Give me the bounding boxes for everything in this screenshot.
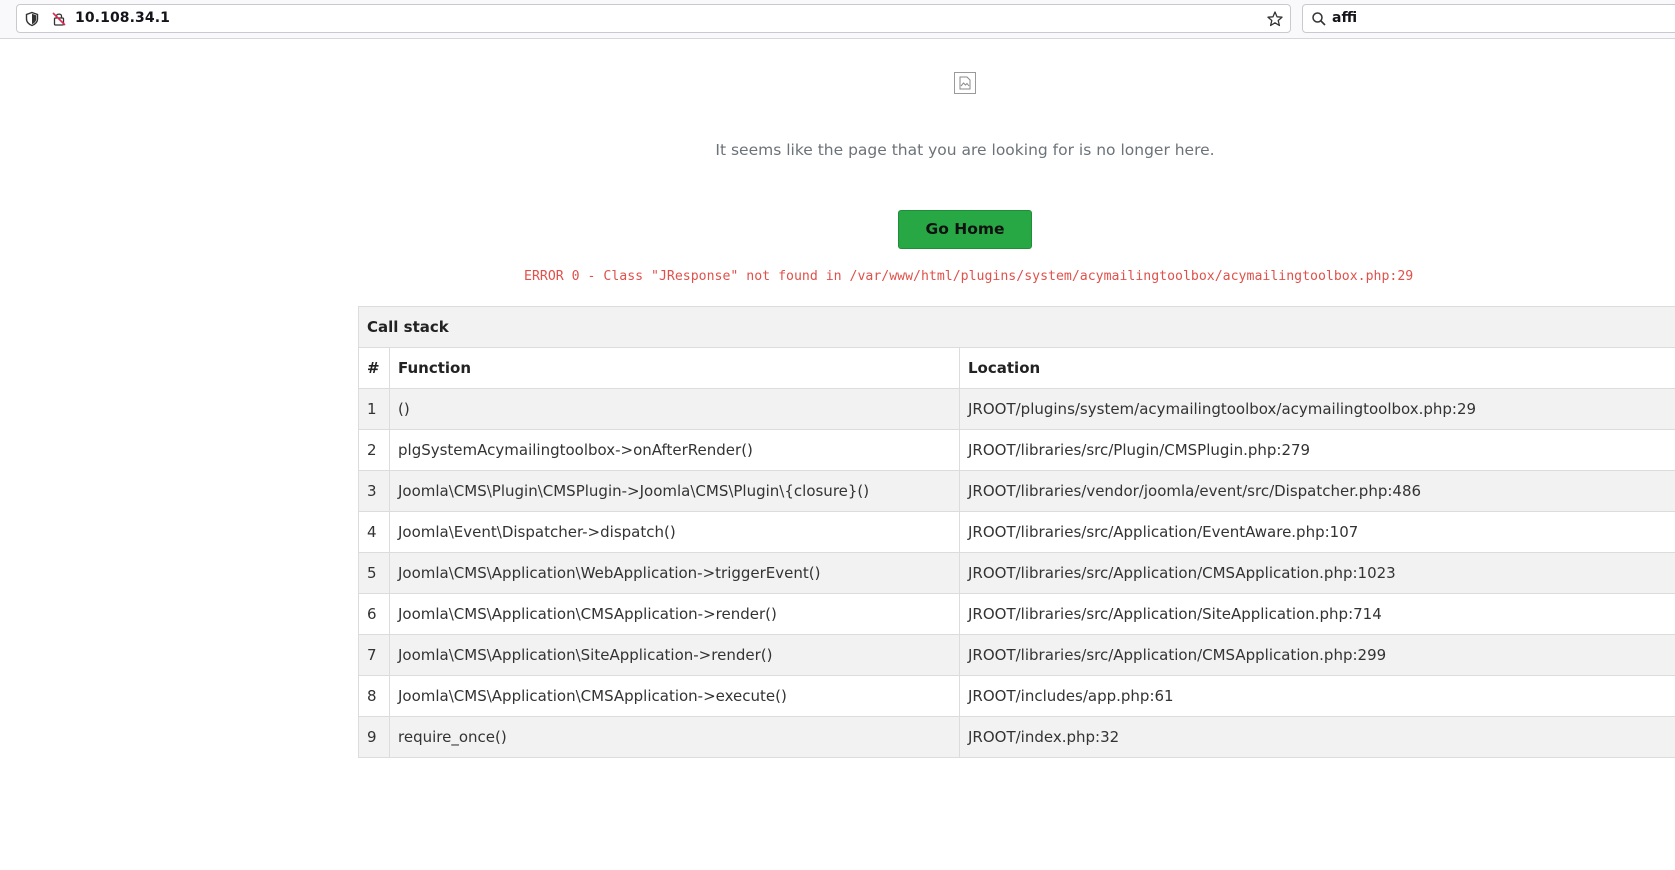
search-icon [1311, 11, 1327, 27]
cell-location: JROOT/libraries/src/Application/CMSAppli… [959, 552, 1675, 594]
search-query[interactable]: affi [1332, 10, 1357, 26]
url-bar[interactable]: 10.108.34.1 [16, 4, 1291, 33]
cell-location: JROOT/libraries/src/Application/CMSAppli… [959, 634, 1675, 676]
cell-function: Joomla\CMS\Plugin\CMSPlugin->Joomla\CMS\… [389, 470, 960, 512]
cell-location: JROOT/includes/app.php:61 [959, 675, 1675, 717]
cell-function: Joomla\Event\Dispatcher->dispatch() [389, 511, 960, 553]
cell-location: JROOT/libraries/src/Plugin/CMSPlugin.php… [959, 429, 1675, 471]
go-home-button[interactable]: Go Home [898, 210, 1032, 249]
insecure-lock-icon[interactable] [51, 11, 67, 27]
cell-location: JROOT/libraries/src/Application/EventAwa… [959, 511, 1675, 553]
table-row: 4 Joomla\Event\Dispatcher->dispatch() JROO… [358, 511, 1675, 553]
cell-function: plgSystemAcymailingtoolbox->onAfterRende… [389, 429, 960, 471]
broken-image-icon [954, 72, 976, 94]
table-row: 6 Joomla\CMS\Application\CMSApplication->… [358, 593, 1675, 635]
cell-function: Joomla\CMS\Application\CMSApplication->e… [389, 675, 960, 717]
cell-num: 8 [358, 675, 390, 717]
table-row: 3 Joomla\CMS\Plugin\CMSPlugin->Joomla\CMS… [358, 470, 1675, 512]
table-row: 9 require_once() JROOT/index.php:32 [358, 716, 1675, 758]
cell-num: 9 [358, 716, 390, 758]
search-bar[interactable]: affi [1302, 4, 1675, 33]
call-stack-caption-row: Call stack [358, 306, 1675, 348]
table-row: 2 plgSystemAcymailingtoolbox->onAfterRend… [358, 429, 1675, 471]
cell-location: JROOT/plugins/system/acymailingtoolbox/a… [959, 388, 1675, 430]
cell-num: 5 [358, 552, 390, 594]
cell-function: require_once() [389, 716, 960, 758]
cell-num: 4 [358, 511, 390, 553]
header-function: Function [389, 347, 960, 389]
call-stack-header-row: # Function Location [358, 347, 1675, 389]
cell-function: Joomla\CMS\Application\CMSApplication->r… [389, 593, 960, 635]
cell-location: JROOT/libraries/vendor/joomla/event/src/… [959, 470, 1675, 512]
url-text[interactable]: 10.108.34.1 [75, 10, 170, 26]
cell-function: Joomla\CMS\Application\WebApplication->t… [389, 552, 960, 594]
cell-function: () [389, 388, 960, 430]
call-stack-title: Call stack [358, 306, 1675, 348]
cell-num: 7 [358, 634, 390, 676]
bookmark-star-icon[interactable] [1266, 10, 1284, 28]
table-row: 5 Joomla\CMS\Application\WebApplication->… [358, 552, 1675, 594]
header-location: Location [959, 347, 1675, 389]
table-row: 7 Joomla\CMS\Application\SiteApplication-… [358, 634, 1675, 676]
header-num: # [358, 347, 390, 389]
not-found-message: It seems like the page that you are look… [715, 141, 1215, 159]
cell-location: JROOT/libraries/src/Application/SiteAppl… [959, 593, 1675, 635]
table-row: 8 Joomla\CMS\Application\CMSApplication->… [358, 675, 1675, 717]
cell-num: 3 [358, 470, 390, 512]
shield-icon[interactable] [24, 11, 40, 27]
call-stack-table: Call stack # Function Location 1() JROOT/… [358, 306, 1675, 758]
cell-function: Joomla\CMS\Application\SiteApplication->… [389, 634, 960, 676]
table-row: 1() JROOT/plugins/system/acymailingtoolbo… [358, 388, 1675, 430]
cell-location: JROOT/index.php:32 [959, 716, 1675, 758]
cell-num: 6 [358, 593, 390, 635]
cell-num: 2 [358, 429, 390, 471]
error-message: ERROR 0 - Class "JResponse" not found in… [524, 269, 1414, 284]
browser-toolbar: 10.108.34.1 affi [0, 0, 1675, 39]
cell-num: 1 [358, 388, 390, 430]
